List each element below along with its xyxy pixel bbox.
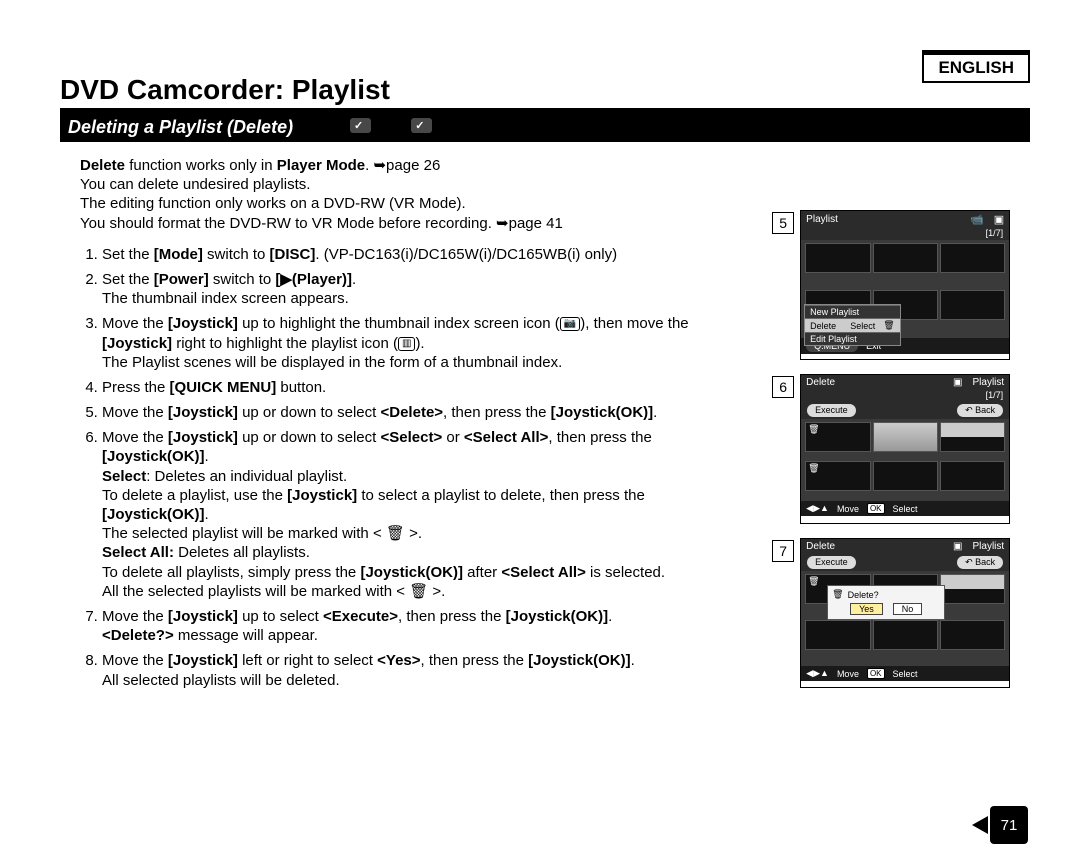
trash-icon: 🗑 <box>808 576 819 587</box>
thumbnail <box>873 620 938 650</box>
ok-badge: OK <box>867 503 885 514</box>
screen6-delete-select: Delete▣Playlist [1/7] Execute↶ Back 🗑 🗑 … <box>800 374 1010 524</box>
trash-icon: 🗑 <box>808 463 819 474</box>
screen5-title: Playlist <box>806 214 838 225</box>
thumbnail <box>940 422 1005 452</box>
thumbnail <box>873 422 938 452</box>
playlist-icon: ▣ <box>994 213 1004 226</box>
bold-term: Player Mode <box>277 157 365 174</box>
thumbnail <box>940 290 1005 320</box>
thumbnail <box>805 620 870 650</box>
page-title: DVD Camcorder: Playlist <box>60 74 1030 106</box>
disc-badge <box>350 118 371 133</box>
thumbnail <box>805 243 870 273</box>
thumbnail: 🗑 <box>805 422 870 452</box>
trash-icon: 🗑 <box>832 589 843 600</box>
instruction-text: Delete function works only in Player Mod… <box>60 152 754 702</box>
section-heading-text: Deleting a Playlist (Delete) <box>68 117 293 137</box>
screen6-page: [1/7] <box>801 390 1009 402</box>
back-button: ↶ Back <box>957 556 1003 569</box>
screen7-title: Delete <box>806 541 835 552</box>
language-tag: ENGLISH <box>922 50 1030 83</box>
delete-dialog: 🗑 Delete? Yes No <box>827 585 945 620</box>
move-label: Move <box>837 504 859 514</box>
callout-5: 5 <box>772 212 794 234</box>
quick-menu-panel: New Playlist Delete Select 🗑 Edit Playlist <box>804 304 900 346</box>
select-label: Select <box>893 669 918 679</box>
playlist-icon: ▣ <box>953 377 962 388</box>
thumbnail <box>940 243 1005 273</box>
screen7-delete-confirm: Delete ▣ Playlist Execute ↶ Back 🗑 🗑 Delete? <box>800 538 1010 688</box>
callout-6: 6 <box>772 376 794 398</box>
thumbnail: 🗑 <box>805 461 870 491</box>
move-icon: ◀▶▲ <box>806 668 829 679</box>
thumbnail <box>873 461 938 491</box>
disc-badge <box>411 118 432 133</box>
screen7-right: Playlist <box>972 541 1004 552</box>
move-icon: ◀▶▲ <box>806 503 829 514</box>
execute-button: Execute <box>807 556 856 569</box>
select-label: Select <box>893 504 918 514</box>
trash-icon: 🗑 <box>883 320 894 331</box>
menu-delete: Delete <box>810 321 836 331</box>
section-heading: Deleting a Playlist (Delete) <box>60 114 1030 142</box>
ok-badge: OK <box>867 668 885 679</box>
thumbnail-index-icon: 📷 <box>560 317 580 331</box>
screen5-playlist-menu: Playlist 📹 ▣ [1/7] <box>800 210 1010 360</box>
menu-select: Select <box>850 321 875 331</box>
steps-list: Set the [Mode] switch to [DISC]. (VP-DC1… <box>102 245 754 690</box>
yes-button: Yes <box>850 603 883 615</box>
move-label: Move <box>837 669 859 679</box>
camcorder-icon: 📹 <box>970 213 984 226</box>
thumbnail <box>873 243 938 273</box>
screen5-page: [1/7] <box>801 228 1009 240</box>
back-button: ↶ Back <box>957 404 1003 417</box>
page-number: 71 <box>990 806 1028 844</box>
playlist-icon: ▣ <box>953 541 962 552</box>
thumbnail <box>940 620 1005 650</box>
execute-button: Execute <box>807 404 856 417</box>
bold-term: Delete <box>80 157 125 174</box>
menu-edit-playlist: Edit Playlist <box>810 334 857 344</box>
screen6-title: Delete <box>806 377 835 388</box>
dialog-question: Delete? <box>848 590 879 600</box>
triangle-icon <box>972 816 988 834</box>
thumbnail <box>940 461 1005 491</box>
screen6-right: Playlist <box>972 377 1004 388</box>
no-button: No <box>893 603 923 615</box>
playlist-icon: ▥ <box>398 337 415 351</box>
menu-new-playlist: New Playlist <box>810 307 859 317</box>
callout-7: 7 <box>772 540 794 562</box>
trash-icon: 🗑 <box>808 424 819 435</box>
thumbnail <box>940 574 1005 604</box>
